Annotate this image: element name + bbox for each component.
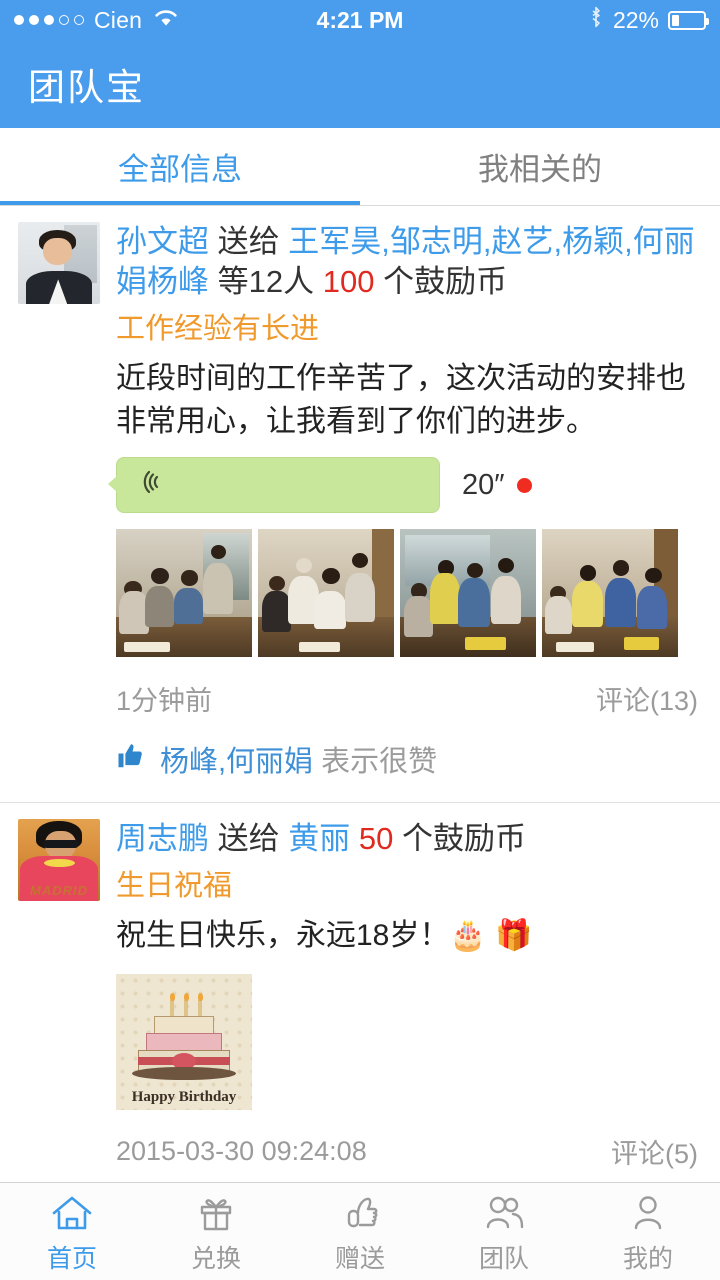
voice-message-bubble[interactable] — [108, 457, 440, 514]
segment-tabs: 全部信息 我相关的 — [0, 128, 720, 206]
signal-strength-icon — [14, 15, 84, 25]
battery-percent-label: 22% — [612, 6, 659, 33]
status-bar-left: Cien — [14, 7, 179, 34]
sender-name[interactable]: 孙文超 — [116, 224, 209, 259]
page-title: 团队宝 — [28, 67, 145, 108]
tabbar-item-profile[interactable]: 我的 — [576, 1189, 720, 1275]
status-bar: Cien 4:21 PM 22% — [0, 0, 720, 40]
post-headline: 周志鹏 送给 黄丽 50 个鼓励币 — [116, 819, 698, 859]
unread-dot-icon — [516, 477, 532, 493]
tabbar-label-team: 团队 — [478, 1244, 529, 1273]
avatar[interactable] — [18, 222, 100, 304]
photo-thumbnail[interactable] — [116, 529, 252, 658]
tabbar-item-give[interactable]: 赠送 — [288, 1189, 432, 1275]
tabbar-label-home: 首页 — [46, 1244, 97, 1273]
post-meta-row: 2015-03-30 09:24:08 评论(5) — [116, 1132, 698, 1171]
photo-thumbnail[interactable] — [400, 529, 536, 658]
gift-icon — [196, 1189, 236, 1233]
post-timestamp: 1分钟前 — [116, 686, 213, 717]
voice-message-row: 20″ — [108, 457, 698, 514]
verb-label: 送给 — [217, 224, 280, 259]
carrier-label: Cien — [94, 6, 143, 33]
post-subtitle: 工作经验有长进 — [116, 312, 320, 345]
voice-meta: 20″ — [462, 469, 532, 502]
coin-unit: 个鼓励币 — [383, 264, 508, 300]
post-timestamp: 2015-03-30 09:24:08 — [116, 1136, 367, 1167]
feed-list: 孙文超 送给 王军昊,邹志明,赵艺,杨颖,何丽娟杨峰 等12人 100 个鼓励币… — [0, 206, 720, 1256]
verb-label: 送给 — [217, 821, 280, 857]
tabbar-label-give: 赠送 — [334, 1244, 385, 1273]
person-icon — [628, 1189, 668, 1233]
photo-thumbnail[interactable] — [542, 529, 678, 658]
home-icon — [50, 1189, 94, 1233]
photo-grid — [116, 529, 698, 658]
status-bar-right: 22% — [588, 5, 709, 35]
tabbar-label-profile: 我的 — [622, 1244, 673, 1273]
comments-count[interactable]: 评论(13) — [596, 679, 698, 718]
voice-duration-label: 20″ — [462, 468, 505, 501]
tabbar-item-home[interactable]: 首页 — [0, 1189, 144, 1275]
people-icon — [482, 1189, 526, 1233]
app-screen: Cien 4:21 PM 22% 团队宝 全部信息 我相关的 孙文超 送给 王军… — [0, 0, 720, 1280]
liker-names[interactable]: 杨峰,何丽娟 — [160, 738, 313, 780]
birthday-card-image[interactable]: Happy Birthday — [116, 974, 252, 1111]
post-subtitle: 生日祝福 — [116, 869, 233, 902]
thumbs-up-icon — [340, 1189, 380, 1233]
birthday-card-caption: Happy Birthday — [131, 1088, 237, 1105]
tab-active-indicator — [0, 201, 360, 205]
bottom-tab-bar: 首页 兑换 赠送 团队 我的 — [0, 1182, 720, 1280]
post-content: 近段时间的工作辛苦了，这次活动的安排也非常用心，让我看到了你们的进步。 — [116, 362, 686, 438]
thumbs-up-icon[interactable] — [116, 741, 146, 777]
receiver-names[interactable]: 黄丽 — [288, 821, 350, 856]
tabbar-item-team[interactable]: 团队 — [432, 1189, 576, 1275]
photo-thumbnail[interactable] — [258, 529, 394, 658]
tab-related-to-me[interactable]: 我相关的 — [360, 128, 720, 205]
feed-post[interactable]: 孙文超 送给 王军昊,邹志明,赵艺,杨颖,何丽娟杨峰 等12人 100 个鼓励币… — [0, 206, 720, 802]
navigation-bar: 团队宝 — [0, 40, 720, 128]
others-count: 等12人 — [217, 264, 315, 300]
tab-all-messages[interactable]: 全部信息 — [0, 128, 360, 205]
tabbar-item-exchange[interactable]: 兑换 — [144, 1189, 288, 1275]
sound-wave-icon — [137, 467, 167, 503]
wifi-icon — [153, 7, 179, 34]
like-row: 杨峰,何丽娟 表示很赞 — [116, 738, 698, 802]
battery-icon — [668, 10, 709, 30]
post-meta-row: 1分钟前 评论(13) — [116, 679, 698, 718]
post-headline: 孙文超 送给 王军昊,邹志明,赵艺,杨颖,何丽娟杨峰 等12人 100 个鼓励币 — [116, 222, 698, 303]
post-body: 孙文超 送给 王军昊,邹志明,赵艺,杨颖,何丽娟杨峰 等12人 100 个鼓励币… — [108, 222, 698, 802]
bluetooth-icon — [588, 5, 604, 35]
comments-count[interactable]: 评论(5) — [611, 1132, 698, 1171]
feed-scroll-area[interactable]: 孙文超 送给 王军昊,邹志明,赵艺,杨颖,何丽娟杨峰 等12人 100 个鼓励币… — [0, 206, 720, 1278]
avatar[interactable]: MADRID — [18, 819, 100, 902]
tabbar-label-exchange: 兑换 — [190, 1244, 241, 1273]
sender-name[interactable]: 周志鹏 — [116, 821, 209, 856]
coin-amount: 50 — [358, 821, 394, 857]
coin-amount: 100 — [322, 264, 375, 300]
coin-unit: 个鼓励币 — [401, 821, 526, 857]
post-content: 祝生日快乐，永远18岁！🎂 🎁 — [116, 919, 533, 953]
like-suffix-label: 表示很赞 — [321, 746, 438, 779]
